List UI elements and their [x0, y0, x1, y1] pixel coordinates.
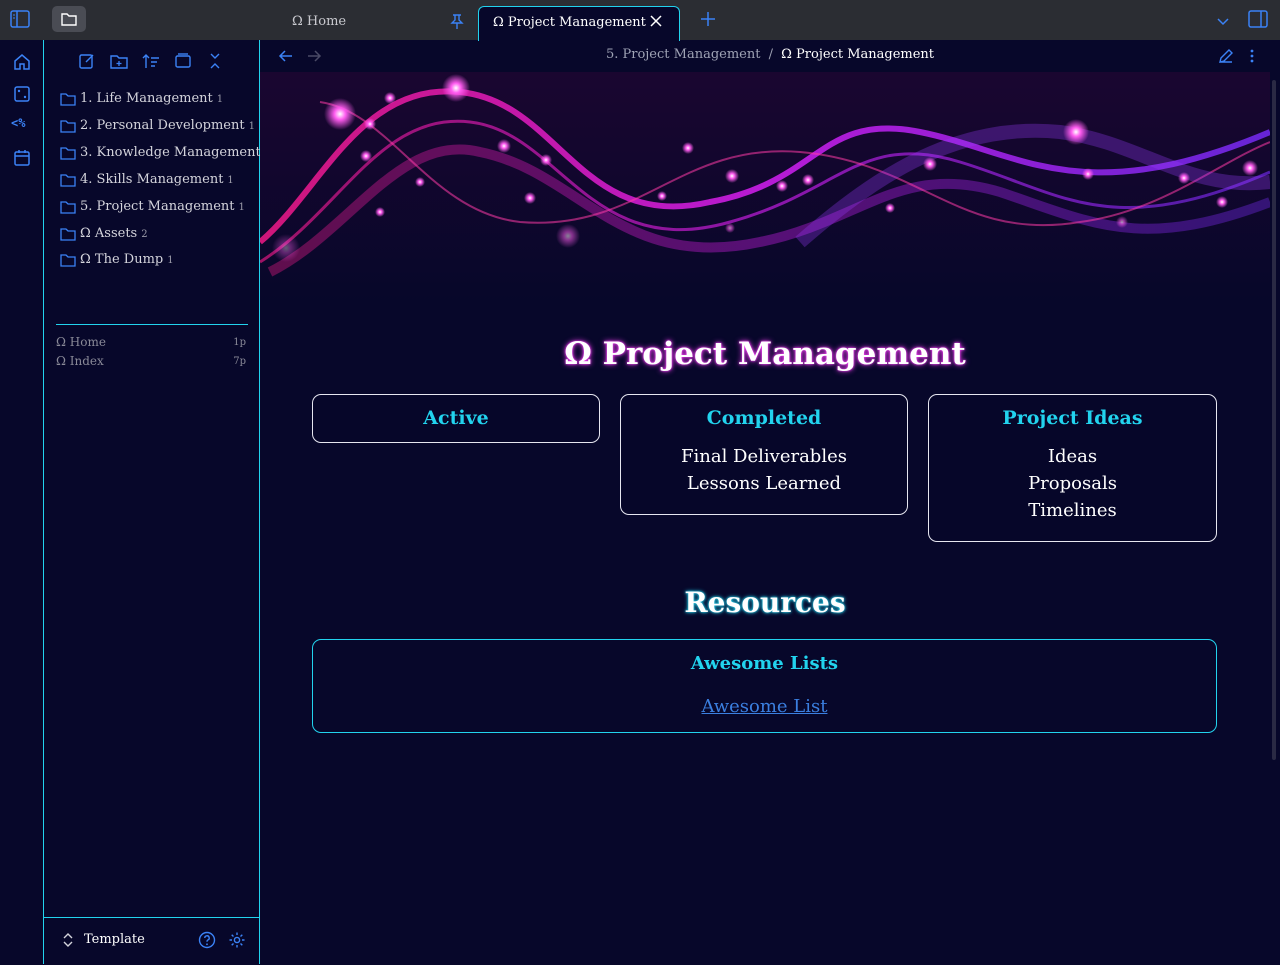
forward-arrow-icon[interactable] — [306, 48, 322, 68]
folder-name: 2. Personal Development — [80, 118, 245, 133]
ribbon: <% — [0, 40, 44, 964]
folder-icon — [60, 201, 76, 214]
folder-count: 1 — [216, 94, 224, 105]
folder-count: 2 — [141, 229, 148, 240]
breadcrumb: 5. Project Management / Ω Project Manage… — [560, 47, 980, 62]
breadcrumb-parent[interactable]: 5. Project Management — [606, 47, 761, 62]
folder-name: 3. Knowledge Management — [80, 145, 261, 160]
tab-home[interactable]: Ω Home — [278, 6, 478, 40]
folder-item[interactable]: 3. Knowledge Management1 — [60, 143, 271, 165]
calendar-icon[interactable] — [12, 148, 32, 168]
dice-icon[interactable] — [12, 84, 32, 104]
folder-count: 1 — [248, 121, 255, 132]
folder-name: 5. Project Management — [80, 199, 235, 214]
sort-icon[interactable] — [142, 52, 162, 72]
back-arrow-icon[interactable] — [278, 48, 294, 68]
chevron-updown-icon — [62, 932, 74, 952]
resources-card: Awesome Lists Awesome List — [312, 639, 1217, 733]
right-sidebar-toggle-icon[interactable] — [1248, 10, 1268, 32]
folder-item[interactable]: Ω Assets 2 — [60, 224, 255, 246]
close-icon[interactable] — [649, 14, 663, 32]
recent-file-name: Ω Home — [56, 335, 106, 349]
more-options-icon[interactable] — [1248, 48, 1256, 68]
tab-project-management[interactable]: Ω Project Management — [478, 6, 680, 41]
folder-name: 1. Life Management — [80, 91, 213, 106]
folder-name: 4. Skills Management — [80, 172, 224, 187]
card-item[interactable]: Proposals — [929, 470, 1216, 497]
tab-home-label: Ω Home — [292, 14, 347, 29]
card-active: Active — [312, 394, 600, 443]
breadcrumb-separator: / — [768, 47, 773, 62]
card-project-ideas: Project Ideas Ideas Proposals Timelines — [928, 394, 1217, 542]
folder-icon — [60, 93, 76, 106]
collapse-all-icon[interactable] — [206, 52, 226, 72]
new-note-icon[interactable] — [78, 52, 98, 72]
card-item[interactable]: Timelines — [929, 497, 1216, 524]
folder-name: Ω The Dump — [80, 252, 164, 267]
folder-icon — [60, 174, 76, 187]
templater-icon[interactable]: <% — [11, 116, 31, 136]
home-icon[interactable] — [12, 52, 32, 72]
help-icon[interactable] — [198, 931, 216, 953]
folder-count: 1 — [227, 175, 234, 186]
vault-switcher[interactable]: Template — [44, 917, 259, 965]
file-explorer-button[interactable] — [52, 6, 86, 32]
recent-file-item[interactable]: Ω Home 1p — [56, 335, 246, 349]
auto-reveal-icon[interactable] — [174, 52, 194, 72]
pin-icon[interactable] — [450, 14, 464, 34]
folder-item[interactable]: 5. Project Management 1 — [60, 197, 255, 219]
folder-count: 1 — [167, 255, 174, 266]
card-completed: Completed Final Deliverables Lessons Lea… — [620, 394, 908, 515]
folder-item[interactable]: 4. Skills Management 1 — [60, 170, 255, 192]
scrollbar[interactable] — [1272, 80, 1276, 760]
breadcrumb-current[interactable]: Ω Project Management — [781, 47, 934, 62]
folder-item[interactable]: 2. Personal Development 1 — [60, 116, 255, 138]
card-title: Project Ideas — [1002, 407, 1143, 429]
page-title: Ω Project Management — [564, 336, 966, 372]
card-item[interactable]: Ideas — [929, 443, 1216, 470]
folder-count: 1 — [238, 202, 245, 213]
pencil-icon[interactable] — [1218, 48, 1234, 68]
awesome-list-link[interactable]: Awesome List — [702, 696, 828, 717]
folder-item[interactable]: Ω The Dump 1 — [60, 250, 255, 272]
vault-name: Template — [84, 932, 145, 947]
folder-item[interactable]: 1. Life Management 1 — [60, 89, 255, 111]
tab-project-management-label: Ω Project Management — [493, 15, 646, 30]
banner-image — [260, 72, 1270, 302]
card-title: Active — [423, 407, 489, 429]
folder-name: Ω Assets — [80, 226, 138, 241]
folder-icon — [60, 254, 76, 267]
new-folder-icon[interactable] — [110, 52, 130, 72]
resources-heading: Resources — [684, 586, 846, 619]
recent-file-item[interactable]: Ω Index 7p — [56, 354, 246, 368]
chevron-down-icon[interactable] — [1216, 12, 1230, 31]
new-tab-icon[interactable] — [700, 11, 716, 31]
card-item[interactable]: Final Deliverables — [621, 443, 907, 470]
recent-file-count: 1p — [233, 337, 246, 348]
folder-icon — [60, 147, 76, 160]
file-explorer: 1. Life Management 1 2. Personal Developm… — [44, 40, 271, 965]
recent-file-name: Ω Index — [56, 354, 104, 368]
card-title: Awesome Lists — [690, 653, 839, 674]
recent-file-count: 7p — [233, 356, 246, 367]
gear-icon[interactable] — [228, 931, 246, 953]
divider — [56, 324, 248, 325]
card-item[interactable]: Lessons Learned — [621, 470, 907, 497]
card-title: Completed — [706, 407, 822, 429]
folder-icon — [60, 228, 76, 241]
title-bar: Ω Home Ω Project Management — [0, 0, 1280, 41]
left-sidebar-toggle-icon[interactable] — [10, 10, 32, 30]
folder-icon — [60, 120, 76, 133]
